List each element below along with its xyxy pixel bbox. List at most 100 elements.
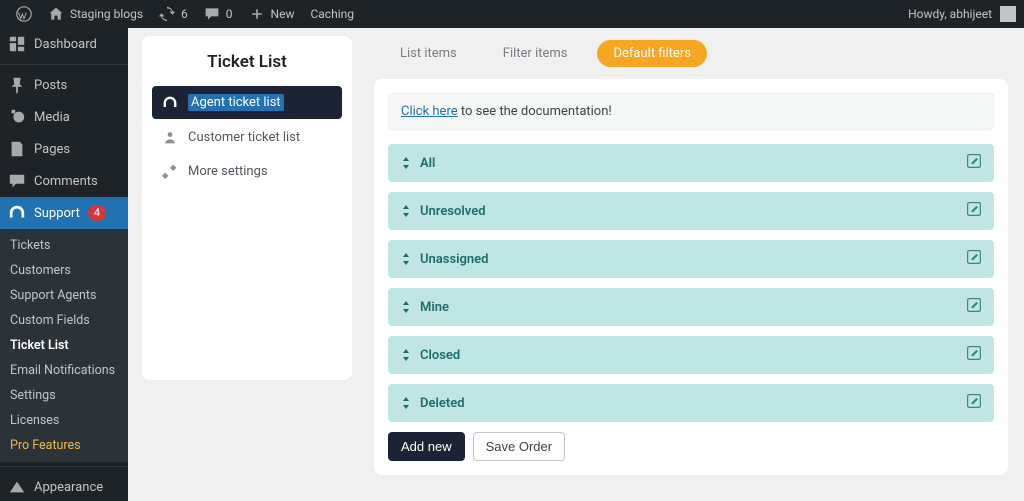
edit-icon	[966, 393, 982, 409]
tab-filter-items[interactable]: Filter items	[487, 40, 584, 67]
menu-appearance-label: Appearance	[34, 480, 103, 495]
menu-media[interactable]: Media	[0, 101, 128, 133]
menu-posts[interactable]: Posts	[0, 69, 128, 101]
filters-card: Click here to see the documentation! All…	[374, 79, 1008, 475]
menu-comments[interactable]: Comments	[0, 165, 128, 197]
menu-appearance[interactable]: Appearance	[0, 471, 128, 501]
caching-label: Caching	[310, 7, 354, 21]
menu-pages-label: Pages	[34, 142, 70, 157]
menu-media-label: Media	[34, 110, 70, 125]
admin-sidebar: Dashboard Posts Media Pages Comments Sup…	[0, 28, 128, 501]
documentation-rest: to see the documentation!	[458, 104, 612, 119]
tab-list-items[interactable]: List items	[384, 40, 473, 67]
edit-filter-button[interactable]	[966, 393, 982, 413]
submenu-customers[interactable]: Customers	[0, 258, 128, 283]
submenu-ticket-list[interactable]: Ticket List	[0, 333, 128, 358]
plus-icon	[249, 6, 265, 22]
tab-default-filters[interactable]: Default filters	[597, 40, 706, 67]
menu-support[interactable]: Support 4	[0, 197, 128, 229]
sort-icon	[400, 205, 412, 217]
media-icon	[8, 108, 26, 126]
support-submenu: Tickets Customers Support Agents Custom …	[0, 229, 128, 462]
menu-dashboard-label: Dashboard	[34, 37, 97, 52]
pin-icon	[8, 76, 26, 94]
submenu-email-notifications[interactable]: Email Notifications	[0, 358, 128, 383]
submenu-agents[interactable]: Support Agents	[0, 283, 128, 308]
appearance-icon	[8, 478, 26, 496]
updates-count: 6	[181, 7, 188, 21]
comments-link[interactable]: 0	[196, 0, 241, 28]
home-icon	[48, 6, 64, 22]
support-icon	[8, 204, 26, 222]
howdy-text[interactable]: Howdy, abhijeet	[908, 7, 992, 21]
filter-label: Mine	[420, 300, 449, 315]
filter-row[interactable]: Mine	[388, 288, 994, 326]
pages-icon	[8, 140, 26, 158]
content-area: Ticket List Agent ticket list Customer t…	[128, 28, 1024, 501]
avatar[interactable]	[1000, 6, 1016, 22]
sort-icon	[400, 349, 412, 361]
sort-icon	[400, 397, 412, 409]
edit-icon	[966, 345, 982, 361]
filter-row[interactable]: Closed	[388, 336, 994, 374]
new-label: New	[271, 7, 295, 21]
filter-row[interactable]: Unassigned	[388, 240, 994, 278]
edit-filter-button[interactable]	[966, 153, 982, 173]
caching-link[interactable]: Caching	[302, 0, 362, 28]
comments-icon	[8, 172, 26, 190]
headset-icon	[162, 95, 178, 111]
comment-icon	[204, 6, 220, 22]
site-link[interactable]: Staging blogs	[40, 0, 151, 28]
menu-posts-label: Posts	[34, 78, 67, 93]
edit-filter-button[interactable]	[966, 297, 982, 317]
user-icon	[162, 129, 178, 145]
sort-icon	[400, 301, 412, 313]
edit-filter-button[interactable]	[966, 249, 982, 269]
support-badge: 4	[88, 205, 106, 221]
cfg-more-label: More settings	[188, 164, 268, 179]
comments-count: 0	[226, 7, 233, 21]
submenu-licenses[interactable]: Licenses	[0, 408, 128, 433]
menu-comments-label: Comments	[34, 174, 98, 189]
config-panel: Ticket List Agent ticket list Customer t…	[142, 36, 352, 380]
edit-filter-button[interactable]	[966, 345, 982, 365]
site-name: Staging blogs	[70, 7, 143, 21]
documentation-bar: Click here to see the documentation!	[388, 93, 994, 130]
cfg-more-settings[interactable]: More settings	[152, 155, 342, 187]
dashboard-icon	[8, 35, 26, 53]
submenu-custom-fields[interactable]: Custom Fields	[0, 308, 128, 333]
edit-filter-button[interactable]	[966, 201, 982, 221]
wordpress-logo[interactable]	[8, 0, 40, 28]
submenu-tickets[interactable]: Tickets	[0, 233, 128, 258]
cfg-customer-label: Customer ticket list	[188, 130, 300, 145]
add-new-button[interactable]: Add new	[388, 432, 465, 461]
cfg-agent-ticket-list[interactable]: Agent ticket list	[152, 86, 342, 119]
submenu-pro-features[interactable]: Pro Features	[0, 433, 128, 458]
wordpress-icon	[16, 6, 32, 22]
edit-icon	[966, 297, 982, 313]
documentation-link[interactable]: Click here	[401, 104, 458, 119]
cfg-agent-label: Agent ticket list	[188, 94, 284, 111]
filter-label: Closed	[420, 348, 460, 363]
updates-link[interactable]: 6	[151, 0, 196, 28]
menu-dashboard[interactable]: Dashboard	[0, 28, 128, 60]
filter-label: Deleted	[420, 396, 465, 411]
sort-icon	[400, 253, 412, 265]
filter-row[interactable]: Unresolved	[388, 192, 994, 230]
config-title: Ticket List	[152, 52, 342, 72]
filter-row[interactable]: Deleted	[388, 384, 994, 422]
sort-icon	[400, 157, 412, 169]
settings-tabs: List items Filter items Default filters	[374, 36, 1008, 79]
filter-row[interactable]: All	[388, 144, 994, 182]
menu-pages[interactable]: Pages	[0, 133, 128, 165]
filter-label: Unassigned	[420, 252, 489, 267]
main-area: List items Filter items Default filters …	[374, 36, 1008, 485]
cfg-customer-ticket-list[interactable]: Customer ticket list	[152, 121, 342, 153]
submenu-settings[interactable]: Settings	[0, 383, 128, 408]
refresh-icon	[159, 6, 175, 22]
edit-icon	[966, 249, 982, 265]
new-content-link[interactable]: New	[241, 0, 303, 28]
edit-icon	[966, 153, 982, 169]
menu-support-label: Support	[34, 206, 80, 221]
save-order-button[interactable]: Save Order	[473, 432, 565, 461]
